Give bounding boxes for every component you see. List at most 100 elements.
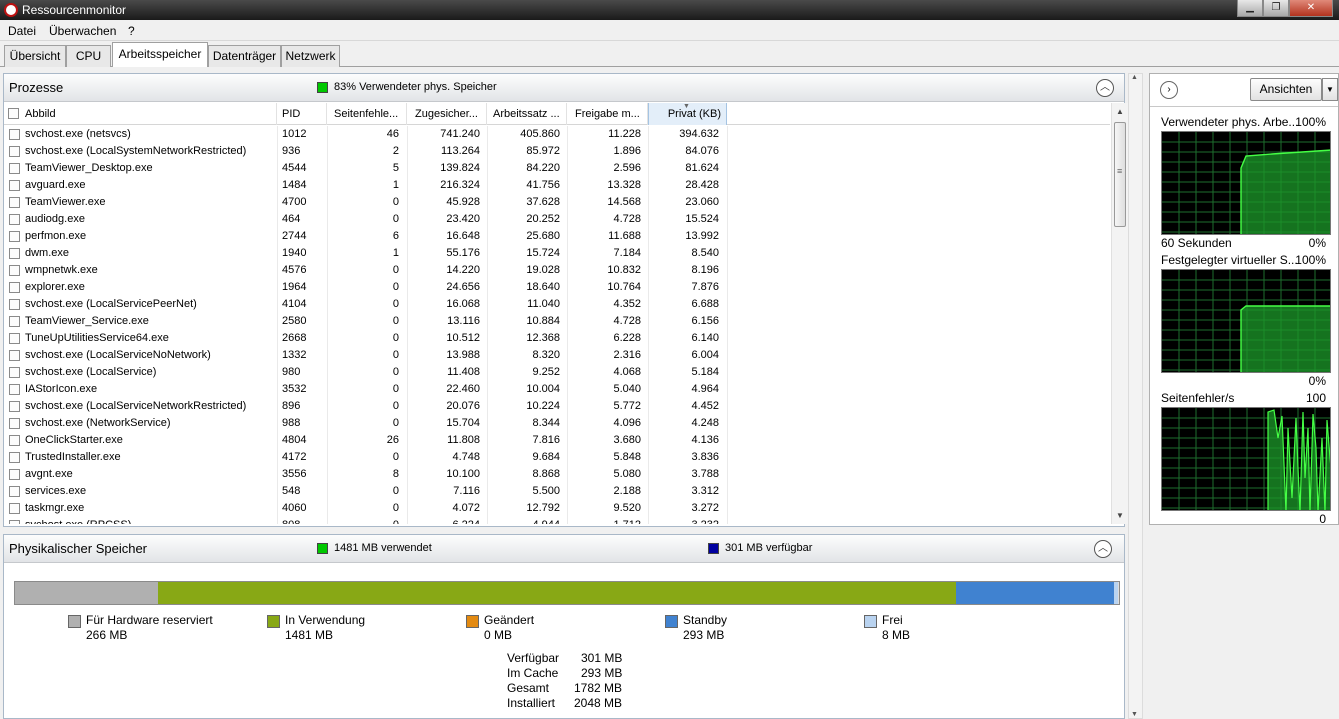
row-checkbox[interactable]	[9, 350, 20, 361]
row-checkbox[interactable]	[9, 367, 20, 378]
row-checkbox[interactable]	[9, 418, 20, 429]
table-row[interactable]: svchost.exe (LocalServicePeerNet) 4104 0 16…	[4, 296, 1110, 313]
column-header-zugesichert[interactable]: Zugesicher...	[407, 103, 487, 125]
table-row[interactable]: avgnt.exe 3556 8 10.100 8.868 5.080 3.788	[4, 466, 1110, 483]
table-cell: 0	[392, 196, 399, 208]
table-row[interactable]: TuneUpUtilitiesService64.exe 2668 0 10.512 1…	[4, 330, 1110, 347]
row-checkbox[interactable]	[9, 282, 20, 293]
tab-datentraeger[interactable]: Datenträger	[208, 45, 281, 67]
table-cell: 0	[392, 349, 399, 361]
row-checkbox[interactable]	[9, 316, 20, 327]
column-header-abbild[interactable]: Abbild	[4, 103, 277, 125]
table-row[interactable]: avguard.exe 1484 1 216.324 41.756 13.328 28.42…	[4, 177, 1110, 194]
table-row[interactable]: perfmon.exe 2744 6 16.648 25.680 11.688 13.992	[4, 228, 1110, 245]
table-cell: IAStorIcon.exe	[25, 383, 98, 395]
physical-memory-header[interactable]: Physikalischer Speicher 1481 MB verwende…	[4, 535, 1124, 563]
main-scrollbar[interactable]: ▲ ▼	[1128, 73, 1143, 719]
memory-bar-free	[1114, 582, 1118, 604]
row-checkbox[interactable]	[9, 384, 20, 395]
ansichten-dropdown-arrow-icon[interactable]: ▼	[1322, 78, 1338, 101]
tab-uebersicht[interactable]: Übersicht	[4, 45, 66, 67]
scroll-up-arrow-icon[interactable]: ▲	[1112, 103, 1128, 120]
collapse-processes-button[interactable]: ︿	[1096, 79, 1114, 97]
row-checkbox[interactable]	[9, 401, 20, 412]
row-checkbox[interactable]	[9, 486, 20, 497]
scrollbar-thumb[interactable]: ≡	[1114, 122, 1126, 227]
tab-arbeitsspeicher[interactable]: Arbeitsspeicher	[112, 42, 208, 68]
table-row[interactable]: TeamViewer.exe 4700 0 45.928 37.628 14.568 23.…	[4, 194, 1110, 211]
table-row[interactable]: taskmgr.exe 4060 0 4.072 12.792 9.520 3.272	[4, 500, 1110, 517]
row-checkbox[interactable]	[9, 231, 20, 242]
main-scroll-up-icon[interactable]: ▲	[1131, 74, 1138, 81]
row-checkbox[interactable]	[9, 469, 20, 480]
column-header-freigabe[interactable]: Freigabe m...	[567, 103, 648, 125]
table-row[interactable]: services.exe 548 0 7.116 5.500 2.188 3.312	[4, 483, 1110, 500]
tab-netzwerk[interactable]: Netzwerk	[281, 45, 340, 67]
row-checkbox[interactable]	[9, 333, 20, 344]
row-checkbox[interactable]	[9, 435, 20, 446]
row-checkbox[interactable]	[9, 248, 20, 259]
table-cell: 13.992	[685, 230, 719, 242]
column-header-privat[interactable]: ▼ Privat (KB)	[648, 103, 727, 125]
table-row[interactable]: OneClickStarter.exe 4804 26 11.808 7.816 3.68…	[4, 432, 1110, 449]
column-header-arbeitssatz[interactable]: Arbeitssatz ...	[487, 103, 567, 125]
row-checkbox[interactable]	[9, 180, 20, 191]
table-row[interactable]: wmpnetwk.exe 4576 0 14.220 19.028 10.832 8.196	[4, 262, 1110, 279]
table-row[interactable]: svchost.exe (NetworkService) 988 0 15.704 8.…	[4, 415, 1110, 432]
table-row[interactable]: explorer.exe 1964 0 24.656 18.640 10.764 7.876	[4, 279, 1110, 296]
graph2-title: Festgelegter virtueller S...	[1161, 253, 1298, 267]
table-row[interactable]: IAStorIcon.exe 3532 0 22.460 10.004 5.040 4.96…	[4, 381, 1110, 398]
process-table-scrollbar[interactable]: ▲ ≡ ▼	[1111, 103, 1128, 524]
expand-graphs-button[interactable]: ›	[1160, 81, 1178, 99]
table-cell: 9.520	[613, 502, 641, 514]
table-cell: 6.004	[691, 349, 719, 361]
table-cell: 3532	[282, 383, 307, 395]
table-row[interactable]: TeamViewer_Desktop.exe 4544 5 139.824 84.220…	[4, 160, 1110, 177]
processes-header[interactable]: Prozesse 83% Verwendeter phys. Speicher …	[4, 74, 1124, 102]
row-checkbox[interactable]	[9, 163, 20, 174]
minimize-button[interactable]: ▁	[1237, 0, 1263, 17]
table-cell: 405.860	[520, 128, 560, 140]
ansichten-button[interactable]: Ansichten	[1250, 78, 1322, 101]
table-row[interactable]: TrustedInstaller.exe 4172 0 4.748 9.684 5.848…	[4, 449, 1110, 466]
table-row[interactable]: audiodg.exe 464 0 23.420 20.252 4.728 15.524	[4, 211, 1110, 228]
row-checkbox[interactable]	[9, 197, 20, 208]
table-row[interactable]: TeamViewer_Service.exe 2580 0 13.116 10.884 4…	[4, 313, 1110, 330]
table-row[interactable]: dwm.exe 1940 1 55.176 15.724 7.184 8.540	[4, 245, 1110, 262]
tab-cpu[interactable]: CPU	[66, 45, 111, 67]
table-row[interactable]: svchost.exe (LocalService) 980 0 11.408 9.25…	[4, 364, 1110, 381]
summary-value-im-cache: 293 MB	[581, 666, 623, 680]
menu-help[interactable]: ?	[128, 24, 135, 38]
row-checkbox[interactable]	[9, 214, 20, 225]
table-cell: 10.512	[446, 332, 480, 344]
row-checkbox[interactable]	[9, 520, 20, 524]
table-row[interactable]: svchost.exe (netsvcs) 1012 46 741.240 405.86…	[4, 126, 1110, 143]
row-checkbox[interactable]	[9, 265, 20, 276]
table-row[interactable]: svchost.exe (LocalServiceNetworkRestrict…	[4, 398, 1110, 415]
select-all-checkbox[interactable]	[8, 108, 19, 119]
graph3-plot	[1162, 408, 1330, 510]
table-cell: 13.328	[607, 179, 641, 191]
graph2-plot	[1162, 270, 1330, 372]
row-checkbox[interactable]	[9, 129, 20, 140]
column-header-pid[interactable]: PID	[277, 103, 327, 125]
column-header-seitenfehler[interactable]: Seitenfehle...	[327, 103, 407, 125]
collapse-physical-memory-button[interactable]: ︿	[1094, 540, 1112, 558]
table-cell: 0	[392, 383, 399, 395]
row-checkbox[interactable]	[9, 503, 20, 514]
scroll-down-arrow-icon[interactable]: ▼	[1112, 507, 1128, 524]
table-row[interactable]: svchost.exe (RPCSS) 8080 6.224 4.944 1.712 3.…	[4, 517, 1110, 524]
close-button[interactable]: ✕	[1289, 0, 1333, 17]
row-checkbox[interactable]	[9, 452, 20, 463]
table-row[interactable]: svchost.exe (LocalSystemNetworkRestricte…	[4, 143, 1110, 160]
menu-datei[interactable]: Datei	[8, 24, 36, 38]
row-checkbox[interactable]	[9, 146, 20, 157]
row-checkbox[interactable]	[9, 299, 20, 310]
table-cell: 0	[392, 264, 399, 276]
table-cell: 12.368	[526, 332, 560, 344]
table-row[interactable]: svchost.exe (LocalServiceNoNetwork) 1332 0…	[4, 347, 1110, 364]
menu-ueberwachen[interactable]: Überwachen	[49, 24, 116, 38]
maximize-button[interactable]: ❐	[1263, 0, 1289, 17]
main-scroll-down-icon[interactable]: ▼	[1131, 711, 1138, 718]
table-cell: 4104	[282, 298, 307, 310]
